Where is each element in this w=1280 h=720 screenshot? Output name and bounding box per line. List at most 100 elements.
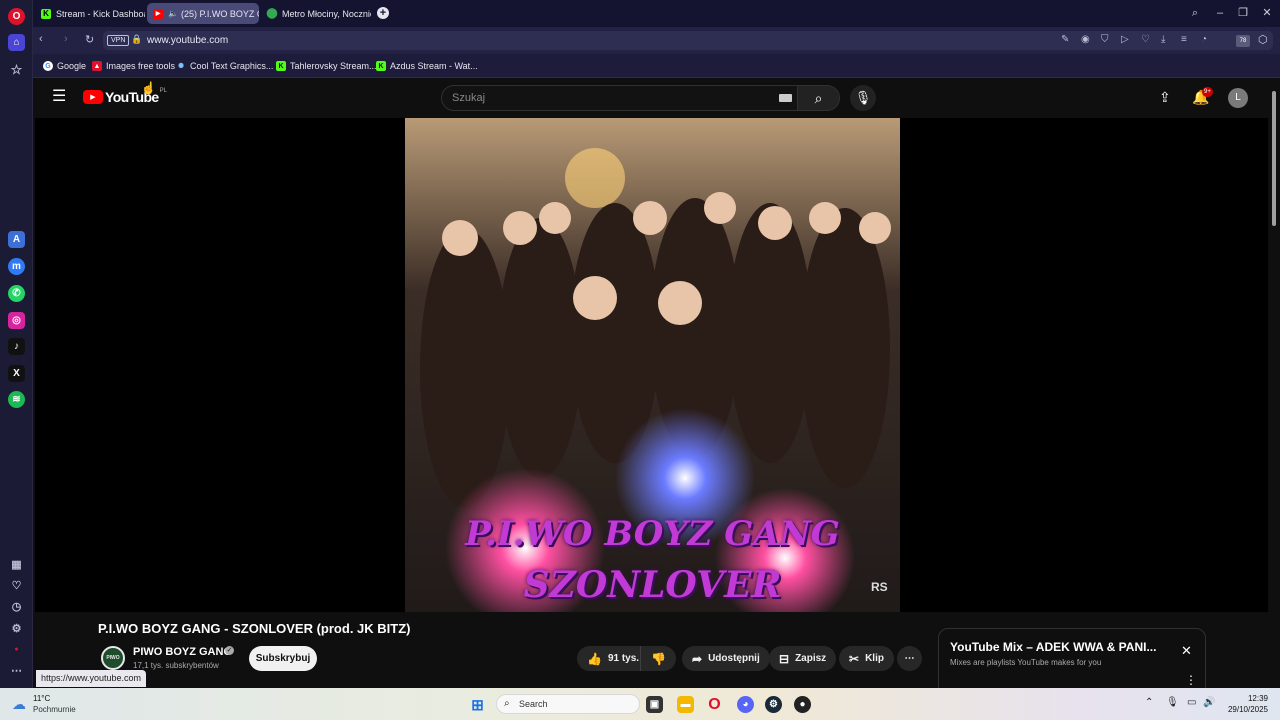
camera-icon[interactable]: ◉ (1081, 34, 1090, 45)
heart-icon[interactable]: ♡ (8, 577, 25, 594)
home-icon[interactable]: ⌂ (8, 34, 25, 51)
opera-taskbar-icon[interactable]: O (706, 696, 723, 713)
clock-date[interactable]: 29/10/2025 (1220, 705, 1268, 714)
discord-icon[interactable]: ◕ (737, 696, 754, 713)
mix-menu-icon[interactable]: ⋮ (1185, 673, 1197, 687)
like-button[interactable]: 👍 91 tys. (577, 646, 641, 671)
download-icon[interactable]: ⤓ (1161, 34, 1165, 45)
weather-cloud-icon[interactable]: ☁ (12, 696, 26, 713)
volume-icon[interactable]: 🔊 (1203, 697, 1215, 708)
url-field[interactable]: VPN 🔒 www.youtube.com ✎ ◉ ⛉ ▷ ♡ ⤓ ≡ ◔ (103, 31, 1273, 50)
tray-chevron-icon[interactable]: ⌃ (1145, 697, 1153, 708)
page-scrollbar[interactable] (1268, 78, 1280, 688)
close-mix-icon[interactable]: ✕ (1181, 643, 1192, 659)
bookmark-label: Cool Text Graphics... (190, 61, 274, 71)
video-player[interactable]: P.I.WO BOYZ GANG SZONLOVER RS ☝ (35, 81, 1268, 612)
search-input[interactable]: Szukaj (452, 92, 485, 104)
tab-search-icon[interactable]: ⌕ (1188, 6, 1202, 20)
whatsapp-icon[interactable]: ✆ (8, 285, 25, 302)
hamburger-menu-icon[interactable]: ☰ (52, 89, 66, 105)
messenger-icon[interactable]: m (8, 258, 25, 275)
bookmark-google[interactable]: G Google (43, 59, 86, 73)
bookmark-images-free-tools[interactable]: ▲ Images free tools (92, 59, 175, 73)
settings-icon[interactable]: ⚙ (8, 620, 25, 637)
microphone-tray-icon[interactable]: 🎙 (1166, 697, 1179, 708)
task-view-icon[interactable]: ▣ (646, 696, 663, 713)
x-icon[interactable]: X (8, 365, 25, 382)
more-icon[interactable]: ⋯ (8, 662, 25, 679)
star-icon[interactable]: ☆ (8, 61, 25, 78)
reload-button[interactable]: ↻ (85, 33, 94, 46)
aria-icon[interactable]: A (8, 231, 25, 248)
account-avatar[interactable]: L (1228, 88, 1248, 108)
ublock-icon[interactable]: ● (8, 641, 25, 658)
search-box[interactable]: Szukaj (441, 85, 798, 111)
cube-icon[interactable]: ⬡ (1258, 33, 1268, 46)
clock-time[interactable]: 12:39 (1226, 694, 1268, 703)
tab-kick[interactable]: K Stream - Kick Dashboard (35, 3, 145, 24)
play-icon[interactable]: ▷ (1121, 34, 1129, 45)
weather-desc[interactable]: Pochmurnie (33, 705, 76, 714)
dislike-button[interactable]: 👎 (641, 646, 676, 671)
menu-icon[interactable]: ≡ (1181, 34, 1187, 45)
mix-playlist-panel: YouTube Mix – ADEK WWA & PANI... Mixes a… (938, 628, 1206, 690)
bookmark-tahlerovsky[interactable]: K Tahlerovsky Stream... (276, 59, 377, 73)
bookmark-cool-text[interactable]: ✺ Cool Text Graphics... (176, 59, 273, 73)
mix-subtitle: Mixes are playlists YouTube makes for yo… (950, 658, 1102, 667)
subscribe-button[interactable]: Subskrybuj (249, 646, 317, 671)
tab-youtube[interactable]: ▶ 🔈 (25) P.I.WO BOYZ GAN (147, 3, 259, 24)
taskbar-search-box[interactable]: ⌕ Search (496, 694, 640, 714)
video-thumbnail[interactable]: P.I.WO BOYZ GANG SZONLOVER RS (405, 118, 900, 612)
extension-icon[interactable]: 78 (1236, 35, 1250, 47)
keyboard-icon[interactable] (779, 94, 792, 102)
windows-start-icon[interactable]: ⊞ (469, 696, 486, 714)
maximize-button[interactable]: ❐ (1236, 6, 1250, 20)
workspaces-icon[interactable]: ▦ (8, 556, 25, 573)
instagram-icon[interactable]: ◎ (8, 312, 25, 329)
forward-button[interactable]: › (64, 33, 68, 45)
shield-icon[interactable]: ⛉ (1101, 34, 1109, 45)
weather-temp[interactable]: 11°C (33, 694, 50, 703)
like-count: 91 tys. (607, 653, 640, 664)
app-icon[interactable]: ● (794, 696, 811, 713)
heart-icon[interactable]: ♡ (1141, 34, 1150, 45)
mix-title[interactable]: YouTube Mix – ADEK WWA & PANI... (950, 640, 1168, 654)
opera-logo-icon[interactable]: O (8, 8, 25, 25)
youtube-header: ☰ ▶ YouTube PL Szukaj ⌕ 🎙 ⇪ 🔔 9+ L (35, 78, 1268, 118)
search-button[interactable]: ⌕ (798, 85, 840, 111)
back-button[interactable]: ‹ (39, 33, 43, 45)
steam-icon[interactable]: ⚙ (765, 696, 782, 713)
tiktok-icon[interactable]: ♪ (8, 338, 25, 355)
clip-button[interactable]: ✂ Klip (839, 646, 894, 671)
search-icon: ⌕ (504, 698, 510, 709)
channel-name[interactable]: PIWO BOYZ GANG (133, 646, 232, 658)
profile-icon[interactable]: ◔ (1201, 34, 1207, 45)
more-actions-button[interactable]: ⋯ (897, 646, 922, 671)
bookmark-azdus[interactable]: K Azdus Stream - Wat... (376, 59, 478, 73)
bookmark-label: Azdus Stream - Wat... (390, 61, 478, 71)
tab-strip: K Stream - Kick Dashboard ▶ 🔈 (25) P.I.W… (33, 0, 1280, 27)
file-explorer-icon[interactable]: ▬ (677, 696, 694, 713)
close-window-button[interactable]: ✕ (1260, 6, 1274, 20)
new-tab-button[interactable]: + (377, 7, 389, 19)
lock-icon: 🔒 (131, 34, 143, 44)
upload-icon[interactable]: ⇪ (1159, 89, 1171, 106)
tab-title: Metro Młociny, Nocznicki (282, 8, 371, 19)
tab-maps[interactable]: ⬤ Metro Młociny, Nocznicki (261, 3, 371, 24)
kick-icon: K (276, 61, 286, 71)
network-icon[interactable]: ▭ (1187, 697, 1196, 708)
voice-search-button[interactable]: 🎙 (850, 85, 876, 111)
history-icon[interactable]: ◷ (8, 598, 25, 615)
bookmark-icon: ⊟ (779, 651, 790, 666)
url-text[interactable]: www.youtube.com (147, 35, 228, 46)
spotify-icon[interactable]: ≋ (8, 391, 25, 408)
channel-avatar[interactable]: PIWO (101, 646, 125, 670)
scrollbar-thumb[interactable] (1272, 91, 1276, 226)
vpn-badge[interactable]: VPN (107, 35, 130, 46)
share-button[interactable]: ➦ Udostępnij (682, 646, 770, 671)
minimize-button[interactable]: – (1213, 6, 1227, 20)
save-button[interactable]: ⊟ Zapisz (769, 646, 837, 671)
tab-title: Stream - Kick Dashboard (56, 8, 145, 19)
thumbs-down-icon: 👎 (651, 651, 666, 666)
edit-icon[interactable]: ✎ (1061, 34, 1069, 45)
